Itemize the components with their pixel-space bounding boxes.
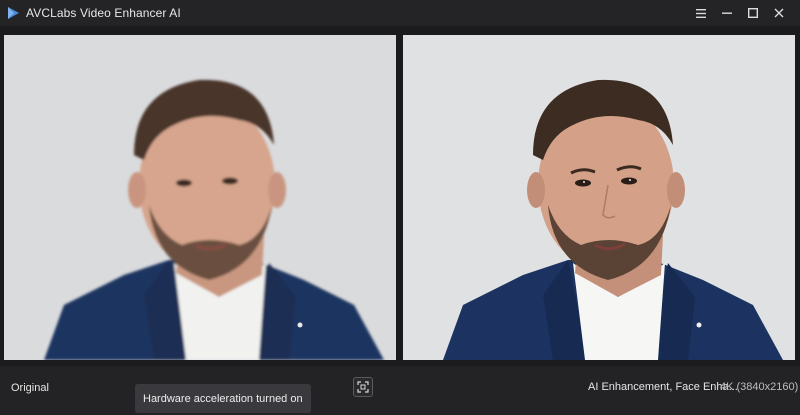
original-label: Original (11, 382, 49, 394)
bottom-bar: Original Hardware acceleration turned on… (0, 366, 800, 415)
minimize-icon (722, 12, 732, 14)
maximize-button[interactable] (740, 0, 766, 26)
fullscreen-compare-icon (357, 381, 369, 393)
minimize-button[interactable] (714, 0, 740, 26)
original-preview-pane[interactable] (4, 35, 396, 360)
menu-icon (696, 8, 706, 18)
enhancement-model-label: AI Enhancement, Face Enha... (588, 381, 738, 393)
output-resolution-label: 4K (3840x2160) (720, 381, 799, 393)
title-bar: AVCLabs Video Enhancer AI (0, 0, 800, 26)
fullscreen-compare-button[interactable] (353, 377, 373, 397)
app-title: AVCLabs Video Enhancer AI (26, 6, 181, 20)
preview-area (0, 26, 800, 366)
maximize-icon (748, 8, 758, 18)
close-icon (774, 8, 784, 18)
app-logo-icon (6, 6, 20, 20)
window-controls (688, 0, 792, 26)
hardware-acceleration-toast: Hardware acceleration turned on (135, 384, 311, 413)
enhanced-video-frame (403, 35, 795, 360)
menu-button[interactable] (688, 0, 714, 26)
close-button[interactable] (766, 0, 792, 26)
enhanced-preview-pane[interactable] (403, 35, 795, 360)
original-video-frame (4, 35, 396, 360)
